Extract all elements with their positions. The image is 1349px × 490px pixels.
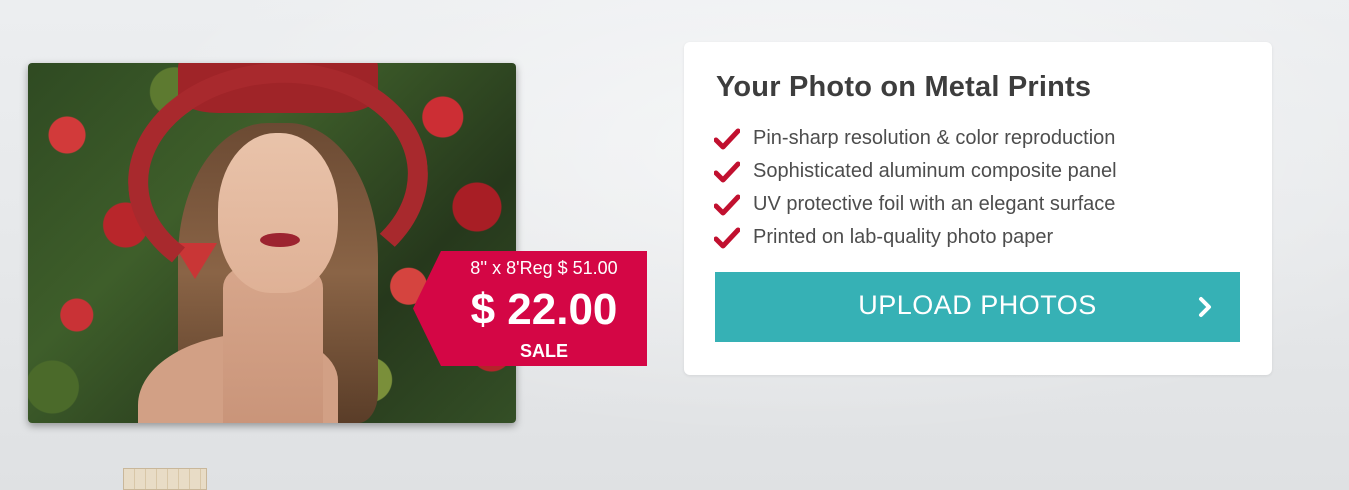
feature-item: Printed on lab-quality photo paper [714,221,1117,254]
upload-photos-label: UPLOAD PHOTOS [858,290,1097,320]
checkmark-icon [714,161,740,183]
size-regular-price: 8'' x 8'Reg $ 51.00 [470,258,618,278]
chevron-right-icon [1196,296,1214,318]
feature-text: Sophisticated aluminum composite panel [753,160,1117,182]
sale-price: $ 22.00 [470,285,618,334]
checkmark-icon [714,194,740,216]
checkmark-icon [714,128,740,150]
product-info-card: Your Photo on Metal Prints Pin-sharp res… [684,42,1272,375]
decor-shelf-item [123,468,207,490]
product-title: Your Photo on Metal Prints [716,71,1092,103]
feature-item: UV protective foil with an elegant surfa… [714,188,1117,221]
feature-text: UV protective foil with an elegant surfa… [753,193,1116,215]
upload-photos-button[interactable]: UPLOAD PHOTOS [715,272,1240,342]
photo-hat-brim [120,63,436,304]
feature-item: Sophisticated aluminum composite panel [714,155,1117,188]
sale-badge: SALE [519,341,568,361]
feature-text: Printed on lab-quality photo paper [753,226,1054,248]
feature-item: Pin-sharp resolution & color reproductio… [714,122,1117,155]
feature-list: Pin-sharp resolution & color reproductio… [714,122,1117,254]
checkmark-icon [714,227,740,249]
sale-price-tag: 8'' x 8'Reg $ 51.00 $ 22.00 SALE [413,251,647,366]
feature-text: Pin-sharp resolution & color reproductio… [753,127,1116,149]
metal-print-sample-photo [28,63,516,423]
